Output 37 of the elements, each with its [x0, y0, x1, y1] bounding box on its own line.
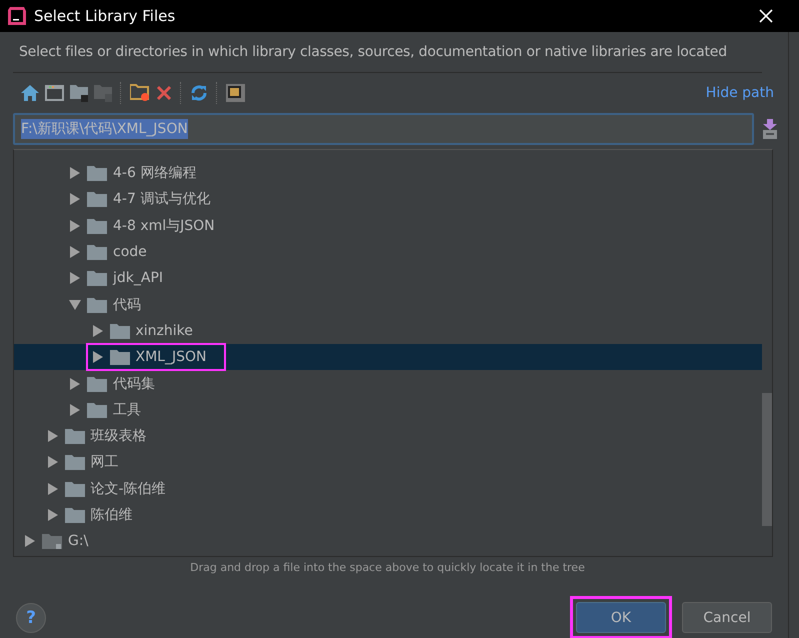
folder-name: 陈伯维	[90, 506, 134, 524]
folder-name: 工具	[113, 400, 142, 419]
tree-row[interactable]: XML_JSON	[14, 344, 762, 370]
tree-row[interactable]: 班级表格	[14, 422, 762, 450]
tree-row[interactable]: 工具	[14, 396, 762, 423]
folder-name: 论文-陈伯维	[90, 480, 167, 498]
folder-name: 4-8 xml与JSON	[113, 216, 216, 235]
cancel-button[interactable]: Cancel	[682, 602, 772, 633]
help-button[interactable]: ?	[16, 602, 46, 632]
tree-row[interactable]: xinzhike	[14, 318, 762, 344]
tree-row[interactable]: code	[14, 238, 762, 266]
tree-row[interactable]: 代码集	[14, 370, 762, 397]
folder-name: 班级表格	[90, 427, 148, 446]
hint-text: Drag and drop a file into the space above to quickly locate it in the tree	[189, 561, 586, 574]
folder-name: G:\	[68, 533, 90, 550]
folder-name: 代码	[113, 296, 142, 314]
folder-name: code	[113, 244, 148, 260]
tree-row[interactable]: jdk_API	[14, 265, 762, 292]
window-title: Select Library Files	[34, 7, 176, 25]
folder-name: 网工	[90, 453, 120, 472]
tree-row[interactable]: 网工	[14, 449, 762, 476]
tree-row[interactable]: 4-6 网络编程	[14, 160, 762, 186]
tree-row[interactable]: 陈伯维	[14, 502, 762, 528]
tree-row[interactable]: 论文-陈伯维	[14, 476, 762, 502]
folder-name: xinzhike	[136, 322, 194, 339]
tree-row[interactable]: 代码	[14, 291, 762, 318]
tree-row[interactable]: 4-8 xml与JSON	[14, 212, 762, 239]
folder-name: 4-6 网络编程	[113, 164, 198, 182]
folder-name: jdk_API	[113, 270, 164, 286]
folder-name: 代码集	[113, 374, 156, 393]
tree-row[interactable]: G:\	[14, 528, 762, 554]
ok-button[interactable]: OK	[576, 602, 666, 633]
tree-row[interactable]: 4-7 调试与优化	[14, 186, 762, 213]
folder-name: 4-7 调试与优化	[113, 190, 212, 208]
description-text: Select files or directories in which library classes, sources, documentation or native libraries are located	[13, 32, 762, 73]
hide-path-link[interactable]: Hide path	[706, 85, 774, 101]
folder-name: XML_JSON	[136, 349, 208, 366]
